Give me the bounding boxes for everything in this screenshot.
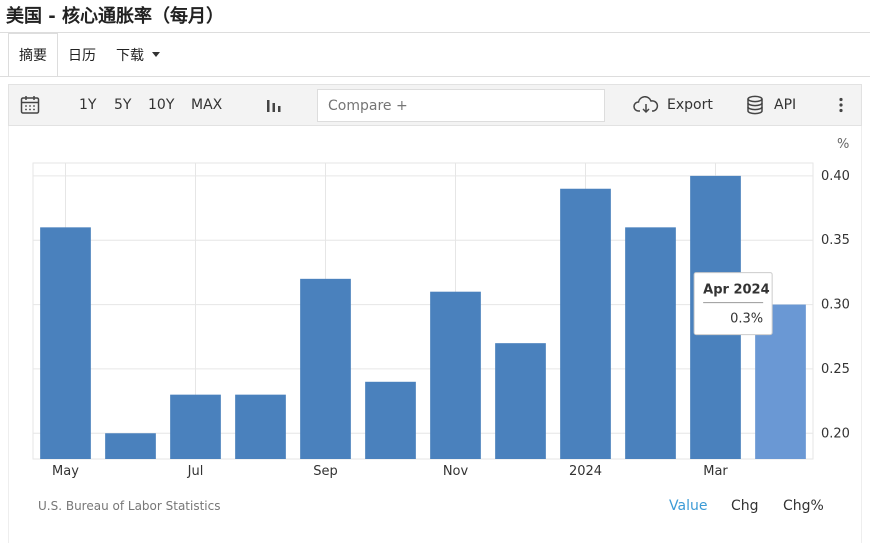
bar-chart: 0.20 0.25 0.30 0.35 0.40% May Jul Sep Nov 2024 Mar…	[32, 137, 850, 479]
calendar-icon	[20, 96, 40, 114]
source-label: U.S. Bureau of Labor Statistics	[38, 499, 221, 513]
y-tick-label: 0.40	[821, 169, 850, 184]
x-tick-label: Jul	[187, 464, 204, 479]
cloud-download-icon	[633, 96, 659, 114]
bar	[300, 278, 351, 459]
x-tick-label: May	[52, 464, 79, 479]
more-options-button[interactable]	[838, 85, 844, 125]
tab-download-label: 下载	[116, 47, 144, 64]
y-tick-label: 0.30	[821, 298, 850, 313]
api-label: API	[774, 97, 797, 113]
caret-down-icon	[152, 52, 160, 57]
tooltip-title: Apr 2024	[703, 283, 770, 298]
x-tick-label: Nov	[443, 464, 469, 479]
y-tick-label: 0.35	[821, 233, 850, 248]
bar	[235, 394, 286, 459]
chart-container: 0.20 0.25 0.30 0.35 0.40% May Jul Sep Nov 2024 Mar…	[8, 126, 862, 543]
more-vertical-icon	[839, 97, 843, 113]
api-button[interactable]: API	[746, 85, 796, 125]
y-tick-label: 0.20	[821, 426, 850, 441]
bar	[40, 227, 91, 459]
database-icon	[747, 95, 763, 115]
range-5y-button[interactable]: 5Y	[114, 85, 131, 125]
tab-summary-label: 摘要	[19, 47, 47, 64]
x-tick-label: Sep	[313, 464, 338, 479]
calendar-button[interactable]	[20, 85, 40, 125]
compare-input[interactable]	[317, 89, 605, 122]
y-unit-label: %	[837, 137, 849, 152]
x-tick-label: Mar	[703, 464, 728, 479]
range-max-button[interactable]: MAX	[191, 85, 222, 125]
bar	[560, 188, 611, 459]
tab-calendar[interactable]: 日历	[58, 33, 106, 76]
divider	[0, 76, 870, 77]
chart-type-button[interactable]	[266, 85, 282, 125]
tab-calendar-label: 日历	[68, 47, 96, 64]
bar	[170, 394, 221, 459]
tab-download[interactable]: 下载	[106, 33, 170, 76]
range-1y-button[interactable]: 1Y	[79, 85, 96, 125]
bar	[430, 291, 481, 459]
export-button[interactable]: Export	[633, 85, 713, 125]
page-title: 美国 - 核心通胀率（每月）	[6, 6, 225, 27]
range-10y-button[interactable]: 10Y	[148, 85, 174, 125]
view-tab-chg-pct[interactable]: Chg%	[783, 498, 824, 514]
x-tick-label: 2024	[569, 464, 602, 479]
view-tab-value[interactable]: Value	[669, 498, 707, 514]
bar	[495, 343, 546, 459]
bar	[105, 433, 156, 459]
tab-summary[interactable]: 摘要	[8, 32, 58, 77]
bar-chart-icon	[267, 100, 281, 112]
bar	[625, 227, 676, 459]
bar	[365, 381, 416, 459]
tooltip-value: 0.3%	[730, 312, 763, 327]
export-label: Export	[667, 97, 713, 113]
chart-toolbar: 1Y 5Y 10Y MAX Export API	[8, 84, 862, 126]
view-tab-chg[interactable]: Chg	[731, 498, 759, 514]
tab-bar: 摘要 日历 下载	[8, 32, 170, 77]
y-tick-label: 0.25	[821, 362, 850, 377]
